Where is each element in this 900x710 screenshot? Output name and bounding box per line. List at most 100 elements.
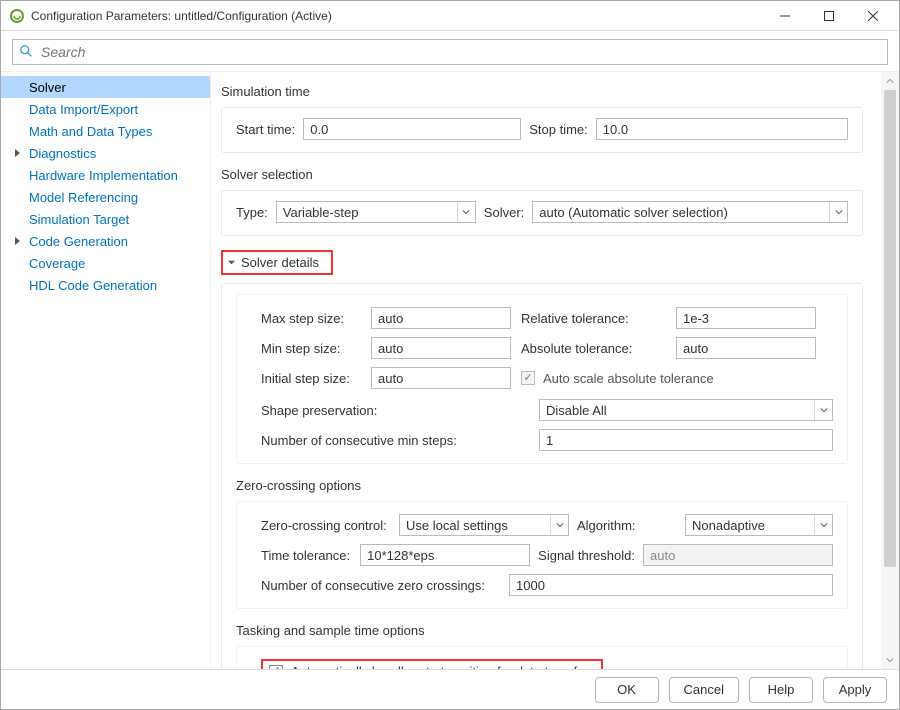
nav-label: HDL Code Generation <box>29 278 157 293</box>
input-stop-time[interactable] <box>596 118 848 140</box>
label-type: Type: <box>236 205 268 220</box>
zero-crossing-inner: Zero-crossing control: Use local setting… <box>236 501 848 609</box>
nav-label: Diagnostics <box>29 146 96 161</box>
input-consec-zc[interactable] <box>509 574 833 596</box>
input-rel-tol[interactable] <box>676 307 816 329</box>
label-rel-tol: Relative tolerance: <box>521 311 666 326</box>
nav-item-math-data-types[interactable]: Math and Data Types <box>1 120 210 142</box>
label-init-step: Initial step size: <box>261 371 361 386</box>
nav-item-coverage[interactable]: Coverage <box>1 252 210 274</box>
section-simulation-time: Simulation time <box>221 84 863 99</box>
highlight-auto-handle: Automatically handle rate transition for… <box>261 659 603 669</box>
label-time-tol: Time tolerance: <box>261 548 352 563</box>
main-area: Solver Data Import/Export Math and Data … <box>1 71 899 669</box>
scrollbar[interactable] <box>881 72 899 669</box>
nav-item-solver[interactable]: Solver <box>1 76 210 98</box>
input-max-step[interactable] <box>371 307 511 329</box>
label-consec-zc: Number of consecutive zero crossings: <box>261 578 501 593</box>
label-auto-scale: Auto scale absolute tolerance <box>543 371 714 386</box>
chevron-down-icon <box>457 202 475 222</box>
nav-item-simulation-target[interactable]: Simulation Target <box>1 208 210 230</box>
select-value: Use local settings <box>400 518 550 533</box>
section-solver-selection: Solver selection <box>221 167 863 182</box>
close-button[interactable] <box>851 1 895 31</box>
search-input[interactable] <box>39 43 881 61</box>
label-sig-thresh: Signal threshold: <box>538 548 635 563</box>
app-icon <box>9 8 25 24</box>
label-max-step: Max step size: <box>261 311 361 326</box>
label-abs-tol: Absolute tolerance: <box>521 341 666 356</box>
input-time-tol[interactable] <box>360 544 530 566</box>
nav-label: Coverage <box>29 256 85 271</box>
nav-item-diagnostics[interactable]: Diagnostics <box>1 142 210 164</box>
nav-item-hdl-code-generation[interactable]: HDL Code Generation <box>1 274 210 296</box>
nav-label: Simulation Target <box>29 212 129 227</box>
label-consec-min: Number of consecutive min steps: <box>261 433 531 448</box>
input-sig-thresh <box>643 544 833 566</box>
nav-label: Solver <box>29 80 66 95</box>
nav-item-code-generation[interactable]: Code Generation <box>1 230 210 252</box>
label-zc-control: Zero-crossing control: <box>261 518 391 533</box>
content-panel: Simulation time Start time: Stop time: S… <box>211 72 881 669</box>
section-zero-crossing: Zero-crossing options <box>236 478 848 493</box>
scroll-up-icon[interactable] <box>881 72 899 90</box>
window-title: Configuration Parameters: untitled/Confi… <box>31 9 763 23</box>
maximize-button[interactable] <box>807 1 851 31</box>
select-algorithm[interactable]: Nonadaptive <box>685 514 833 536</box>
tasking-inner: Automatically handle rate transition for… <box>236 646 848 669</box>
expand-icon <box>15 237 20 245</box>
scroll-down-icon[interactable] <box>881 651 899 669</box>
content-wrap: Simulation time Start time: Stop time: S… <box>211 72 899 669</box>
footer: OK Cancel Help Apply <box>1 669 899 709</box>
group-solver-selection: Type: Variable-step Solver: auto (Automa… <box>221 190 863 236</box>
category-sidebar: Solver Data Import/Export Math and Data … <box>1 72 211 669</box>
minimize-button[interactable] <box>763 1 807 31</box>
label-start-time: Start time: <box>236 122 295 137</box>
ok-button[interactable]: OK <box>595 677 659 703</box>
select-shape-preservation[interactable]: Disable All <box>539 399 833 421</box>
nav-label: Code Generation <box>29 234 128 249</box>
label-stop-time: Stop time: <box>529 122 588 137</box>
section-tasking: Tasking and sample time options <box>236 623 848 638</box>
nav-item-model-referencing[interactable]: Model Referencing <box>1 186 210 208</box>
label-min-step: Min step size: <box>261 341 361 356</box>
scrollbar-track[interactable] <box>881 90 899 651</box>
input-abs-tol[interactable] <box>676 337 816 359</box>
chevron-down-icon <box>814 515 832 535</box>
select-value: Disable All <box>540 403 814 418</box>
solver-details-toggle[interactable]: Solver details <box>221 250 333 275</box>
input-consec-min[interactable] <box>539 429 833 451</box>
select-solver-type[interactable]: Variable-step <box>276 201 476 223</box>
nav-label: Model Referencing <box>29 190 138 205</box>
checkbox-auto-scale <box>521 371 535 385</box>
select-value: Nonadaptive <box>686 518 814 533</box>
nav-label: Math and Data Types <box>29 124 152 139</box>
apply-button[interactable]: Apply <box>823 677 887 703</box>
titlebar: Configuration Parameters: untitled/Confi… <box>1 1 899 31</box>
help-button[interactable]: Help <box>749 677 813 703</box>
group-solver-details: Max step size: Relative tolerance: Min s… <box>221 283 863 669</box>
search-field-wrap[interactable] <box>12 39 888 65</box>
group-simulation-time: Start time: Stop time: <box>221 107 863 153</box>
chevron-down-icon <box>829 202 847 222</box>
cancel-button[interactable]: Cancel <box>669 677 739 703</box>
scrollbar-thumb[interactable] <box>884 90 896 567</box>
label-solver: Solver: <box>484 205 524 220</box>
input-start-time[interactable] <box>303 118 521 140</box>
select-value: auto (Automatic solver selection) <box>533 205 829 220</box>
search-bar <box>1 31 899 71</box>
nav-label: Hardware Implementation <box>29 168 178 183</box>
select-zc-control[interactable]: Use local settings <box>399 514 569 536</box>
chevron-down-icon <box>550 515 568 535</box>
expand-icon <box>15 149 20 157</box>
input-min-step[interactable] <box>371 337 511 359</box>
select-value: Variable-step <box>277 205 457 220</box>
select-solver[interactable]: auto (Automatic solver selection) <box>532 201 848 223</box>
input-init-step[interactable] <box>371 367 511 389</box>
nav-label: Data Import/Export <box>29 102 138 117</box>
solver-details-inner: Max step size: Relative tolerance: Min s… <box>236 294 848 464</box>
nav-item-data-import-export[interactable]: Data Import/Export <box>1 98 210 120</box>
label-shape: Shape preservation: <box>261 403 531 418</box>
label-algorithm: Algorithm: <box>577 518 677 533</box>
nav-item-hardware-implementation[interactable]: Hardware Implementation <box>1 164 210 186</box>
